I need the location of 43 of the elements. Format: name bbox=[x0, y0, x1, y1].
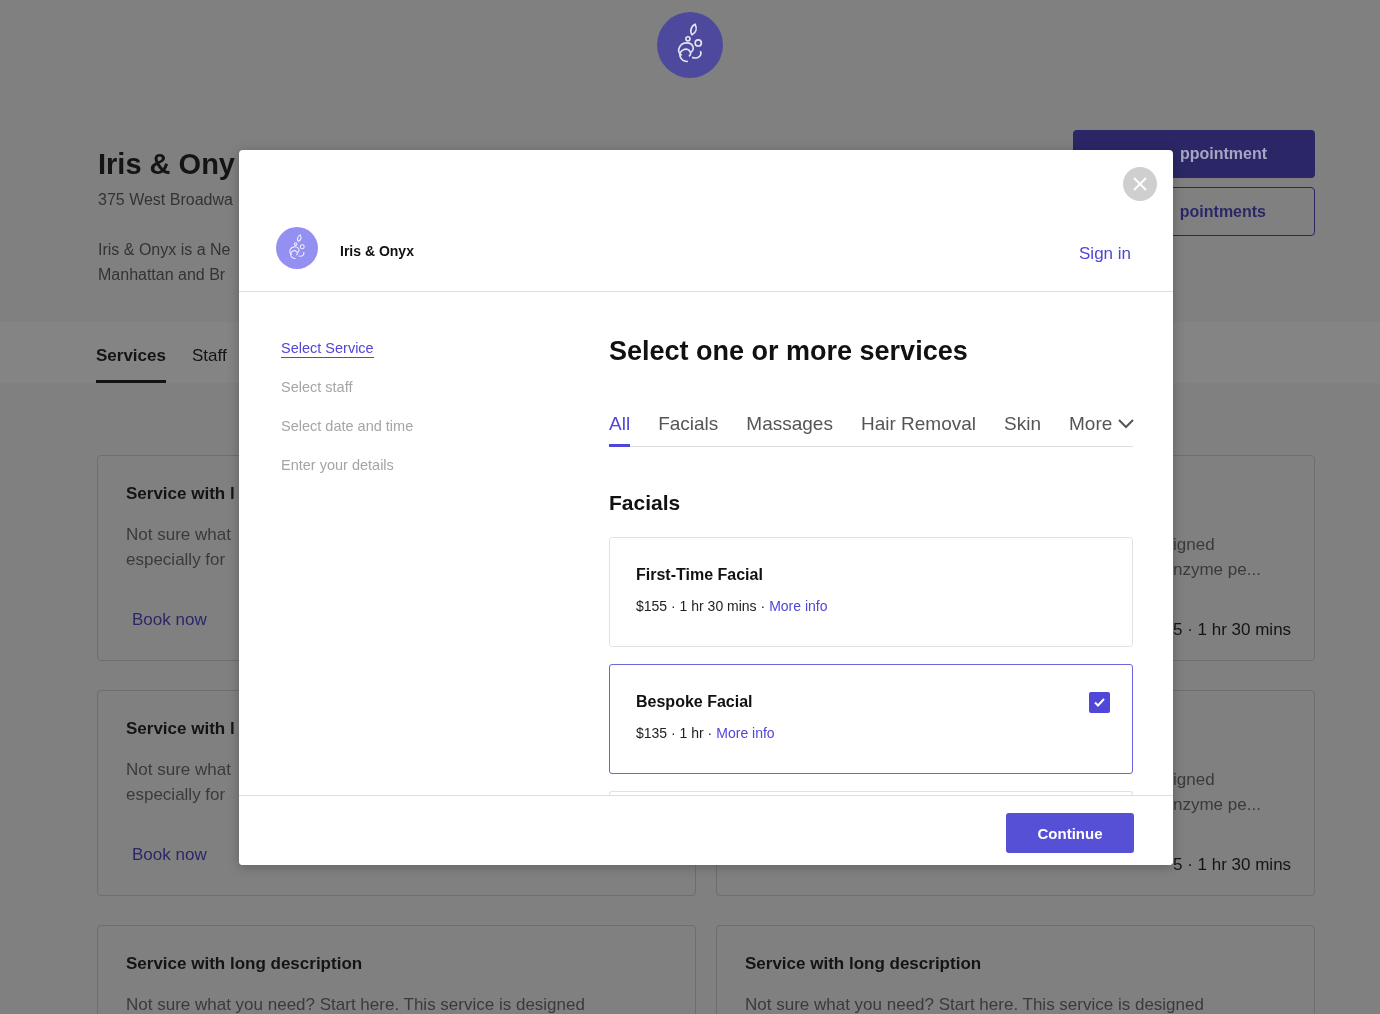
close-icon bbox=[1133, 177, 1147, 191]
service-description: Not sure what especially for bbox=[126, 524, 231, 571]
continue-button[interactable]: Continue bbox=[1006, 813, 1134, 853]
more-info-link[interactable]: More info bbox=[769, 597, 828, 614]
service-details: $135 · 1 hr · More info bbox=[636, 724, 775, 741]
category-tab[interactable]: More bbox=[1069, 413, 1135, 447]
category-tab[interactable]: Facials bbox=[658, 413, 719, 447]
service-meta: 5 · 1 hr 30 mins bbox=[1173, 620, 1292, 640]
checkbox[interactable] bbox=[1089, 691, 1110, 713]
category-tab[interactable]: Massages bbox=[746, 413, 833, 447]
step-link[interactable]: Select Service bbox=[281, 340, 374, 358]
service-title: Service with long description bbox=[745, 954, 982, 975]
business-name: Iris & Ony bbox=[98, 148, 235, 181]
service-option-card[interactable]: Bespoke Facial $135 · 1 hr · More info bbox=[609, 663, 1133, 774]
category-tab[interactable]: Hair Removal bbox=[860, 413, 976, 447]
address: 375 West Broadwa bbox=[98, 191, 233, 209]
section-title: Facials bbox=[609, 490, 682, 515]
more-info-link[interactable]: More info bbox=[716, 724, 775, 741]
service-description: Not sure what you need? Start here. This service is designed bbox=[745, 994, 1204, 1014]
service-name: Bespoke Facial bbox=[636, 692, 753, 711]
category-tab[interactable]: Skin bbox=[1004, 413, 1041, 447]
service-details: $155 · 1 hr 30 mins · More info bbox=[636, 597, 828, 614]
swirl-logo bbox=[657, 12, 723, 78]
dialog-heading: Select one or more services bbox=[609, 336, 969, 367]
chevron-down-icon bbox=[1118, 419, 1135, 429]
service-description: igned nzyme pe... bbox=[1173, 534, 1261, 581]
category-tab[interactable]: All bbox=[609, 413, 631, 447]
page-tab[interactable]: Services bbox=[96, 346, 166, 383]
business-name: Iris & Onyx bbox=[340, 243, 414, 261]
sign-in-link[interactable]: Sign in bbox=[1079, 244, 1131, 269]
business-description: Iris & Onyx is a Ne Manhattan and Br bbox=[98, 240, 231, 285]
service-title: Service with l bbox=[126, 484, 235, 505]
swirl-logo bbox=[276, 227, 318, 269]
service-title: Service with l bbox=[126, 719, 235, 740]
service-title: Service with long description bbox=[126, 954, 363, 975]
service-description: Not sure what you need? Start here. This service is designed bbox=[126, 994, 585, 1014]
service-description: Not sure what especially for bbox=[126, 759, 231, 806]
service-description: igned nzyme pe... bbox=[1173, 769, 1261, 816]
page-tab[interactable]: Staff bbox=[191, 346, 227, 383]
service-name: First-Time Facial bbox=[636, 565, 763, 584]
service-option-card[interactable]: First-Time Facial $155 · 1 hr 30 mins · More info bbox=[609, 536, 1133, 647]
service-meta: 5 · 1 hr 30 mins bbox=[1173, 855, 1292, 875]
check-icon bbox=[1094, 697, 1105, 707]
